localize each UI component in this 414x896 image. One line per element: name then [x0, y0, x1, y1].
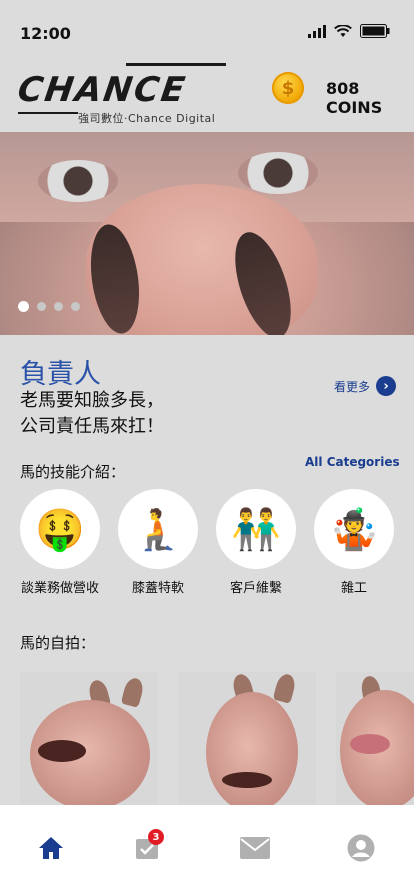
logo-rule-top [126, 63, 226, 66]
profile-icon [347, 834, 375, 862]
skill-label: 膝蓋特軟 [131, 581, 184, 596]
tab-home[interactable] [36, 833, 66, 863]
person-juggling-icon: 🤹 [314, 489, 394, 569]
chance-logo[interactable]: CHANCE 強司數位·Chance Digital [15, 60, 228, 126]
status-icons [308, 24, 390, 38]
wifi-icon [334, 24, 352, 37]
banner-eye-right [238, 152, 318, 194]
skill-item[interactable]: 🧎 膝蓋特軟 [118, 489, 198, 596]
mail-icon [240, 837, 270, 859]
chevron-right-icon: › [376, 376, 397, 396]
skill-label: 雜工 [340, 581, 367, 596]
coins-balance[interactable]: 808 COINS [326, 79, 414, 117]
carousel-pagination [18, 301, 80, 312]
bottom-tab-bar: 3 [0, 805, 414, 896]
selfie-photo[interactable] [336, 672, 414, 806]
skill-label: 客戶維繫 [229, 581, 282, 596]
banner-eye-left [38, 160, 118, 202]
feature-title: 負責人 [20, 359, 101, 390]
tab-profile[interactable] [346, 833, 376, 863]
tasks-badge: 3 [148, 829, 164, 845]
skill-label: 談業務做營收 [20, 581, 99, 596]
kneeling-person-icon: 🧎 [118, 489, 198, 569]
money-mouth-face-icon: 🤑 [20, 489, 100, 569]
app-header: CHANCE 強司數位·Chance Digital $ 808 COINS [0, 60, 414, 132]
see-more-label: 看更多 [334, 379, 371, 394]
logo-rule-bottom [18, 112, 78, 114]
carousel-dot-4[interactable] [71, 302, 80, 311]
logo-subtitle: 強司數位·Chance Digital [78, 112, 216, 125]
logo-wordmark: CHANCE [15, 70, 190, 110]
two-men-holding-hands-icon: 👬 [216, 489, 296, 569]
feature-description-line2: 公司責任馬來扛！ [20, 416, 164, 437]
status-bar: 12:00 [0, 0, 414, 60]
tab-tasks[interactable]: 3 [132, 829, 164, 863]
skill-item[interactable]: 🤹 雜工 [314, 489, 394, 596]
coin-icon: $ [272, 72, 304, 104]
selfies-section-title: 馬的自拍： [20, 634, 96, 652]
status-time: 12:00 [20, 24, 71, 43]
selfie-photo[interactable] [20, 672, 158, 806]
cellular-signal-icon [308, 24, 326, 38]
skill-item[interactable]: 👬 客戶維繫 [216, 489, 296, 596]
tab-messages[interactable] [240, 833, 270, 863]
battery-icon [360, 24, 390, 38]
skills-section-title: 馬的技能介紹： [20, 463, 126, 481]
skill-item[interactable]: 🤑 談業務做營收 [20, 489, 100, 596]
carousel-dot-2[interactable] [37, 302, 46, 311]
carousel-dot-3[interactable] [54, 302, 63, 311]
selfie-photo[interactable] [178, 672, 316, 806]
skills-row: 🤑 談業務做營收 🧎 膝蓋特軟 👬 客戶維繫 🤹 雜工 [20, 489, 414, 599]
carousel-dot-1[interactable] [18, 301, 29, 312]
all-categories-link[interactable]: All Categories [305, 455, 400, 469]
see-more-button[interactable]: 看更多 › [334, 376, 397, 396]
selfies-gallery[interactable] [20, 672, 414, 806]
home-icon [39, 837, 63, 859]
feature-description: 老馬要知臉多長， 公司責任馬來扛！ [20, 388, 164, 440]
feature-description-line1: 老馬要知臉多長， [20, 390, 164, 411]
